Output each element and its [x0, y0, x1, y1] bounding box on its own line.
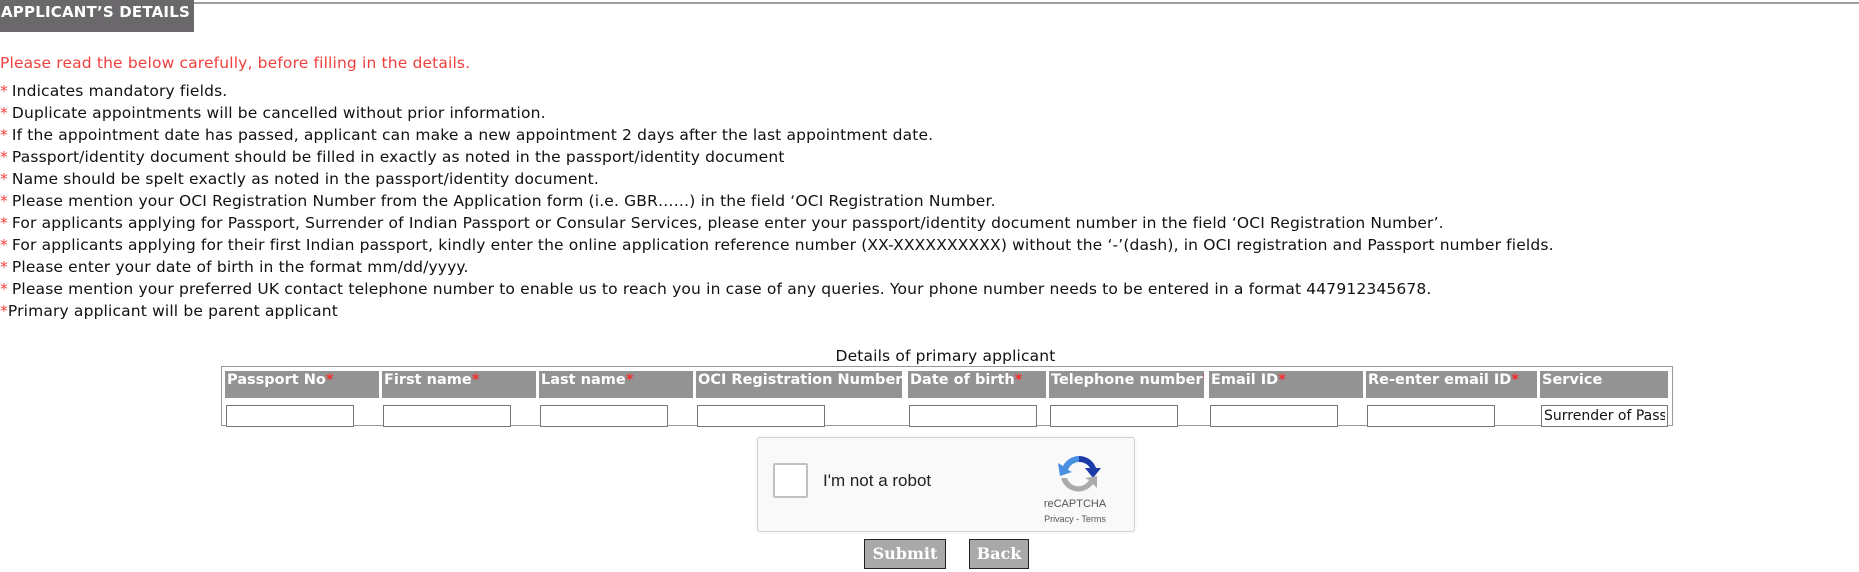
- required-asterisk: *: [1278, 372, 1286, 388]
- required-asterisk: *: [0, 126, 8, 144]
- column-email-id: Email ID*: [1209, 371, 1363, 427]
- column-header: Passport No*: [225, 371, 379, 398]
- instruction-item: * Passport/identity document should be fi…: [0, 148, 785, 166]
- required-asterisk: *: [0, 236, 8, 254]
- required-asterisk: *: [0, 302, 8, 320]
- submit-button[interactable]: Submit: [864, 539, 946, 569]
- recaptcha-privacy-link[interactable]: Privacy: [1044, 514, 1074, 524]
- reenter-email-id-input[interactable]: [1367, 405, 1495, 427]
- column-first-name: First name*: [382, 371, 536, 427]
- back-button[interactable]: Back: [969, 539, 1029, 569]
- required-asterisk: *: [0, 170, 8, 188]
- column-last-name: Last name*: [539, 371, 693, 427]
- column-oci-registration-number: OCI Registration Number*: [696, 371, 902, 427]
- required-asterisk: *: [325, 372, 334, 388]
- required-asterisk: *: [471, 372, 480, 388]
- column-header: Date of birth*: [908, 371, 1046, 398]
- required-asterisk: *: [0, 148, 8, 166]
- instruction-item: * Name should be spelt exactly as noted i…: [0, 170, 599, 188]
- column-header: First name*: [382, 371, 536, 398]
- required-asterisk: *: [1014, 372, 1023, 388]
- required-asterisk: *: [0, 192, 8, 210]
- column-header: Email ID*: [1209, 371, 1363, 398]
- table-caption: Details of primary applicant: [835, 347, 1056, 365]
- column-date-of-birth: Date of birth*: [908, 371, 1046, 427]
- instruction-item: * Please mention your preferred UK contac…: [0, 280, 1432, 298]
- column-header: Last name*: [539, 371, 693, 398]
- instruction-item: * If the appointment date has passed, app…: [0, 126, 934, 144]
- date-of-birth-input[interactable]: [909, 405, 1037, 427]
- section-header: APPLICANT’S DETAILS: [0, 0, 194, 32]
- required-asterisk: *: [0, 214, 8, 232]
- required-asterisk: *: [0, 104, 8, 122]
- required-asterisk: *: [0, 82, 8, 100]
- required-asterisk: *: [0, 280, 8, 298]
- instruction-item: *Primary applicant will be parent applic…: [0, 302, 338, 320]
- column-header: OCI Registration Number*: [696, 371, 902, 398]
- column-header: Service: [1540, 371, 1668, 398]
- last-name-input[interactable]: [540, 405, 668, 427]
- instructions-list: * Indicates mandatory fields. * Duplicate …: [0, 80, 1554, 322]
- instruction-item: * For applicants applying for their first…: [0, 236, 1554, 254]
- required-asterisk: *: [0, 258, 8, 276]
- email-id-input[interactable]: [1210, 405, 1338, 427]
- instruction-item: * Indicates mandatory fields.: [0, 82, 228, 100]
- column-service: Service: [1540, 371, 1668, 427]
- instructions-notice: Please read the below carefully, before …: [0, 54, 471, 72]
- required-asterisk: *: [1511, 372, 1519, 388]
- primary-applicant-table: Passport No* First name* Last name* OCI …: [221, 366, 1673, 427]
- service-input[interactable]: [1541, 405, 1668, 427]
- column-reenter-email-id: Re-enter email ID*: [1366, 371, 1537, 427]
- required-asterisk: *: [625, 372, 634, 388]
- passport-no-input[interactable]: [226, 405, 354, 427]
- recaptcha-links: Privacy - Terms: [1044, 514, 1106, 524]
- recaptcha-terms-link[interactable]: Terms: [1081, 514, 1106, 524]
- instruction-item: * For applicants applying for Passport, S…: [0, 214, 1444, 232]
- instruction-item: * Please mention your OCI Registration Nu…: [0, 192, 996, 210]
- recaptcha-checkbox[interactable]: [773, 463, 808, 498]
- recaptcha-logo-icon: [1058, 455, 1101, 492]
- column-header: Re-enter email ID*: [1366, 371, 1537, 398]
- first-name-input[interactable]: [383, 405, 511, 427]
- oci-registration-number-input[interactable]: [697, 405, 825, 427]
- recaptcha-widget: I'm not a robot reCAPTCHA Privacy - Term…: [757, 437, 1135, 532]
- column-passport-no: Passport No*: [225, 371, 379, 427]
- column-header: Telephone number*: [1049, 371, 1204, 398]
- required-asterisk: *: [1203, 372, 1204, 388]
- recaptcha-label: I'm not a robot: [823, 471, 932, 490]
- telephone-number-input[interactable]: [1050, 405, 1178, 427]
- instruction-item: * Please enter your date of birth in the …: [0, 258, 469, 276]
- instruction-item: * Duplicate appointments will be cancelle…: [0, 104, 546, 122]
- recaptcha-brand: reCAPTCHA: [1043, 498, 1107, 510]
- top-divider: [0, 2, 1859, 4]
- column-telephone-number: Telephone number*: [1049, 371, 1204, 427]
